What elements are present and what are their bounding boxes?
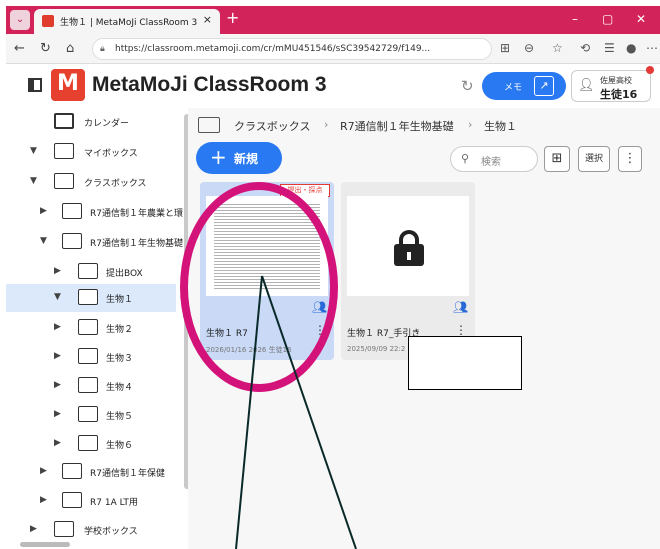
pointer-lines-annotation (235, 275, 357, 549)
pointer-line-right (261, 275, 357, 549)
pointer-line-left (235, 275, 263, 549)
